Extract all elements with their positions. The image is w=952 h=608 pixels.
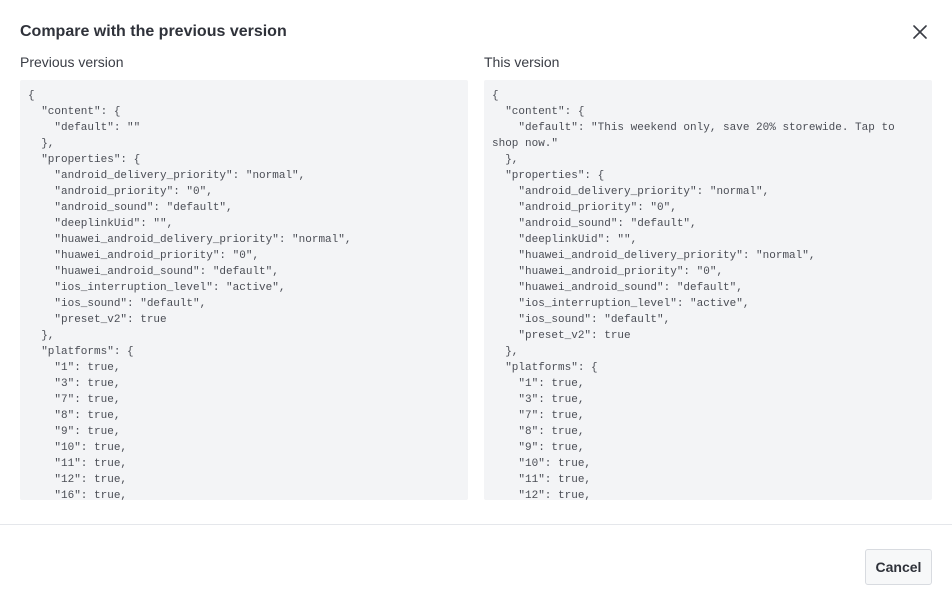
this-version-label: This version — [484, 54, 560, 70]
previous-version-code-panel[interactable]: { "content": { "default": "" }, "propert… — [20, 80, 468, 500]
close-icon — [913, 25, 927, 39]
previous-version-label: Previous version — [20, 54, 124, 70]
this-version-code-panel[interactable]: { "content": { "default": "This weekend … — [484, 80, 932, 500]
close-button[interactable] — [908, 20, 932, 44]
this-version-code: { "content": { "default": "This weekend … — [492, 90, 895, 500]
dialog-title: Compare with the previous version — [20, 23, 287, 40]
compare-dialog: Compare with the previous version Previo… — [0, 0, 952, 608]
previous-version-code: { "content": { "default": "" }, "propert… — [28, 90, 352, 500]
cancel-button[interactable]: Cancel — [865, 549, 932, 585]
footer-divider — [0, 524, 952, 525]
